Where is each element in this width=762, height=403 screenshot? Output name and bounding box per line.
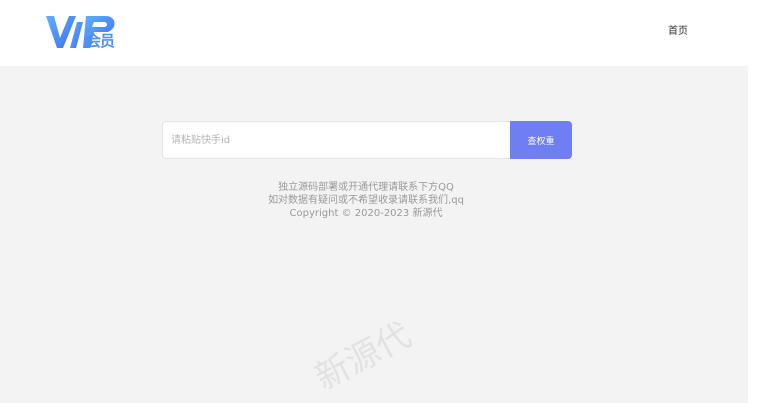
logo[interactable]: 会员 <box>0 0 140 60</box>
search-input[interactable] <box>162 121 510 159</box>
footer-contact-line: 独立源码部署或开通代理请联系下方QQ <box>278 182 454 193</box>
footer-text: 独立源码部署或开通代理请联系下方QQ 如对数据有疑问或不希望收录请联系我们,qq… <box>0 181 732 220</box>
page: 会员 首页 查权重 独立源码部署或开通代理请联系下方QQ 如对数据有疑问或不希望… <box>0 0 762 403</box>
logo-text: 会员 <box>86 32 115 50</box>
main-content: 查权重 独立源码部署或开通代理请联系下方QQ 如对数据有疑问或不希望收录请联系我… <box>0 66 748 403</box>
watermark: 新源代 <box>308 315 418 399</box>
right-edge <box>748 0 762 403</box>
search-bar: 查权重 <box>162 121 572 159</box>
header: 会员 首页 <box>0 0 748 66</box>
copyright-line: Copyright © 2020-2023 新源代 <box>289 208 443 219</box>
nav-home-link[interactable]: 首页 <box>668 22 688 37</box>
check-weight-button[interactable]: 查权重 <box>510 121 572 159</box>
footer-data-line: 如对数据有疑问或不希望收录请联系我们,qq <box>268 195 464 206</box>
